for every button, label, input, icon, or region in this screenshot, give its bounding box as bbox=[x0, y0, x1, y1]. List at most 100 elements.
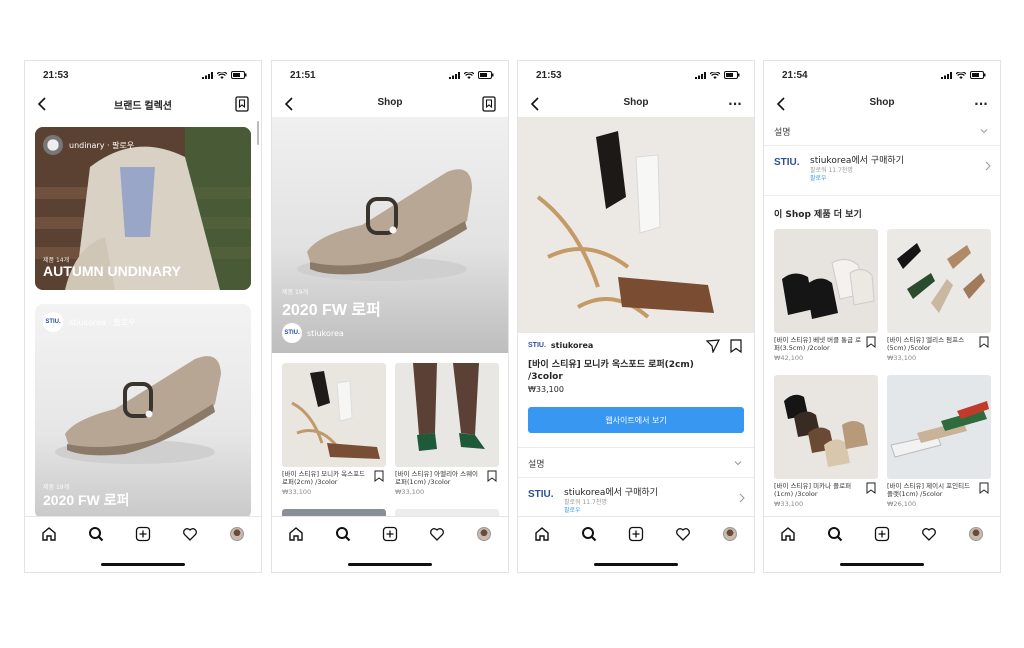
profile-avatar-icon bbox=[723, 527, 738, 541]
bookmark-icon[interactable] bbox=[374, 470, 384, 482]
profile-avatar-icon bbox=[477, 527, 492, 541]
brand-logo: STIU. bbox=[282, 323, 302, 343]
view-on-website-button[interactable]: 웹사이트에서 보기 bbox=[528, 407, 744, 433]
search-icon bbox=[827, 527, 843, 542]
bookmark-icon[interactable] bbox=[979, 482, 989, 494]
status-bar: 21:54 bbox=[764, 61, 1000, 91]
card-user-label[interactable]: undinary · 팔로우 bbox=[69, 140, 134, 151]
product-tile[interactable]: [바이 스티유] 모니카 옥스포드 로퍼(2cm) /3color ₩33,10… bbox=[282, 363, 386, 496]
shop-follow-link[interactable]: 팔로우 bbox=[564, 505, 581, 514]
collection-hero: 제품 19개 2020 FW 로퍼 STIU. stiukorea bbox=[272, 117, 508, 353]
home-indicator[interactable] bbox=[594, 563, 678, 566]
tab-home[interactable] bbox=[777, 523, 799, 545]
product-image[interactable] bbox=[774, 375, 878, 479]
product-price: ₩33,100 bbox=[395, 488, 425, 496]
product-tile[interactable]: [바이 스티유] 제이시 포인티드 플랫(1cm) /5color ₩26,10… bbox=[887, 375, 991, 508]
plus-square-icon bbox=[628, 526, 644, 542]
tab-activity[interactable] bbox=[672, 523, 694, 545]
home-indicator[interactable] bbox=[101, 563, 185, 566]
bookmark-icon[interactable] bbox=[979, 336, 989, 348]
product-image[interactable] bbox=[887, 375, 991, 479]
wifi-icon bbox=[956, 71, 966, 79]
bookmark-icon[interactable] bbox=[866, 482, 876, 494]
tab-search[interactable] bbox=[85, 523, 107, 545]
more-options-button[interactable]: ··· bbox=[726, 94, 744, 114]
product-price: ₩33,100 bbox=[887, 354, 917, 362]
collection-brand[interactable]: STIU. stiukorea bbox=[282, 323, 344, 343]
saved-collection-button[interactable] bbox=[233, 94, 251, 114]
product-image[interactable] bbox=[774, 229, 878, 333]
tab-profile[interactable] bbox=[965, 523, 987, 545]
back-arrow-icon[interactable] bbox=[282, 94, 298, 114]
status-time: 21:54 bbox=[782, 70, 808, 81]
tab-home[interactable] bbox=[531, 523, 553, 545]
back-arrow-icon[interactable] bbox=[774, 94, 790, 114]
product-name: [바이 스티유] 제이시 포인티드 플랫(1cm) /5color bbox=[887, 482, 971, 498]
home-indicator[interactable] bbox=[840, 563, 924, 566]
nav-bar: 브랜드 컬렉션 bbox=[25, 91, 261, 117]
product-price: ₩33,100 bbox=[774, 500, 804, 508]
back-arrow-icon[interactable] bbox=[35, 94, 51, 114]
avatar[interactable] bbox=[43, 135, 63, 155]
tab-search[interactable] bbox=[824, 523, 846, 545]
profile-avatar-icon bbox=[969, 527, 984, 541]
tab-home[interactable] bbox=[285, 523, 307, 545]
collection-card-stiukorea[interactable]: STIU. stiukorea · 팔로우 제품 19개 2020 FW 로퍼 bbox=[35, 304, 251, 519]
plus-square-icon bbox=[874, 526, 890, 542]
product-price: ₩42,100 bbox=[774, 354, 804, 362]
description-section-label[interactable]: 설명 bbox=[528, 457, 545, 470]
product-image[interactable] bbox=[887, 229, 991, 333]
product-hero-image[interactable] bbox=[518, 117, 754, 333]
collection-count: 제품 19개 bbox=[282, 289, 309, 296]
more-options-button[interactable]: ··· bbox=[972, 94, 990, 114]
tab-activity[interactable] bbox=[918, 523, 940, 545]
shop-row[interactable]: STIU. stiukorea에서 구매하기 팔로워 11.7천명 팔로우 bbox=[528, 485, 746, 517]
share-icon[interactable] bbox=[706, 339, 720, 353]
bookmark-icon[interactable] bbox=[487, 470, 497, 482]
tab-create[interactable] bbox=[379, 523, 401, 545]
product-tile[interactable]: [바이 스티유] 엘리스 펌프스(5cm) /5color ₩33,100 bbox=[887, 229, 991, 362]
scroll-indicator[interactable] bbox=[257, 121, 259, 145]
tab-profile[interactable] bbox=[226, 523, 248, 545]
product-image[interactable] bbox=[395, 363, 499, 467]
home-indicator[interactable] bbox=[348, 563, 432, 566]
product-tile[interactable]: [바이 스티유] 베넷 버클 통굽 로퍼(3.5cm) /2color ₩42,… bbox=[774, 229, 878, 362]
bookmark-icon[interactable] bbox=[866, 336, 876, 348]
bookmark-icon[interactable] bbox=[730, 339, 742, 353]
product-photo bbox=[784, 394, 868, 467]
shop-row[interactable]: STIU. stiukorea에서 구매하기 팔로워 11.7천명 팔로우 bbox=[774, 153, 992, 185]
description-section-label[interactable]: 설명 bbox=[774, 125, 791, 138]
product-brand-row[interactable]: STIU. stiukorea bbox=[528, 341, 593, 350]
nav-bar: Shop ··· bbox=[518, 91, 754, 117]
wifi-icon bbox=[464, 71, 474, 79]
saved-collection-button[interactable] bbox=[480, 94, 498, 114]
tab-home[interactable] bbox=[38, 523, 60, 545]
chevron-right-icon bbox=[985, 161, 991, 171]
divider bbox=[518, 447, 754, 448]
tab-search[interactable] bbox=[578, 523, 600, 545]
collection-card-undinary[interactable]: undinary · 팔로우 제품 14개 AUTUMN UNDINARY bbox=[35, 127, 251, 290]
brand-logo[interactable]: STIU. bbox=[43, 312, 63, 332]
status-icons bbox=[941, 71, 986, 79]
product-tile[interactable]: [바이 스티유] 미카나 플로퍼(1cm) /3color ₩33,100 bbox=[774, 375, 878, 508]
tab-activity[interactable] bbox=[426, 523, 448, 545]
product-image[interactable] bbox=[282, 363, 386, 467]
card-user: STIU. stiukorea · 팔로우 bbox=[43, 312, 136, 332]
tab-create[interactable] bbox=[871, 523, 893, 545]
tab-create[interactable] bbox=[625, 523, 647, 545]
back-arrow-icon[interactable] bbox=[528, 94, 544, 114]
tab-profile[interactable] bbox=[473, 523, 495, 545]
product-name: [바이 스티유] 베넷 버클 통굽 로퍼(3.5cm) /2color bbox=[774, 336, 862, 352]
shop-follow-link[interactable]: 팔로우 bbox=[810, 173, 827, 182]
tab-activity[interactable] bbox=[179, 523, 201, 545]
chevron-down-icon[interactable] bbox=[980, 127, 988, 135]
signal-icon bbox=[449, 71, 460, 79]
card-user-label[interactable]: stiukorea · 팔로우 bbox=[69, 317, 136, 328]
chevron-down-icon[interactable] bbox=[734, 459, 742, 467]
product-tile[interactable]: [바이 스티유] 아멜리아 스웨이 로퍼(1cm) /3color ₩33,10… bbox=[395, 363, 499, 496]
status-icons bbox=[202, 71, 247, 79]
tab-profile[interactable] bbox=[719, 523, 741, 545]
brand-logo: STIU. bbox=[528, 489, 554, 500]
tab-search[interactable] bbox=[332, 523, 354, 545]
tab-create[interactable] bbox=[132, 523, 154, 545]
